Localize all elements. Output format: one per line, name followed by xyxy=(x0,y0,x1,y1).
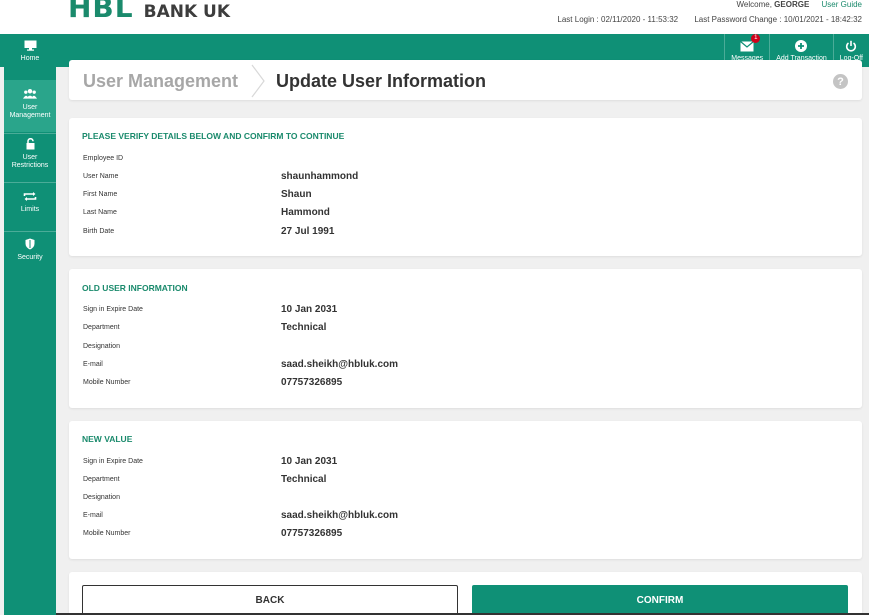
employee-id-label: Employee ID xyxy=(83,155,124,162)
sidebar-divider xyxy=(4,133,56,134)
username-value: shaunhammond xyxy=(281,171,359,182)
first-name-label: First Name xyxy=(83,191,118,198)
verify-details-card: PLEASE VERIFY DETAILS BELOW AND CONFIRM … xyxy=(69,118,862,256)
repeat-icon xyxy=(23,190,37,202)
sidebar-item-label: Security xyxy=(17,254,43,261)
plus-circle-icon xyxy=(794,40,808,53)
department-value: Technical xyxy=(281,322,327,333)
logo-bank-uk: BANK UK xyxy=(143,2,231,22)
shield-icon xyxy=(23,238,37,250)
mobile-label: Mobile Number xyxy=(83,530,131,537)
birth-date-value: 27 Jul 1991 xyxy=(281,226,335,237)
new-value-card: NEW VALUE Sign in Expire Date 10 Jan 203… xyxy=(69,421,862,559)
department-label: Department xyxy=(83,324,120,331)
sidebar-item-limits[interactable]: Limits xyxy=(4,190,56,226)
last-password-change: Last Password Change : 10/01/2021 - 18:4… xyxy=(694,15,862,24)
sidebar-item-user-management[interactable]: User Management xyxy=(4,80,56,132)
sidebar-item-user-restrictions[interactable]: User Restrictions xyxy=(4,138,56,180)
messages-badge: 1 xyxy=(751,33,761,43)
help-icon[interactable]: ? xyxy=(833,74,848,89)
email-value: saad.sheikh@hbluk.com xyxy=(281,510,399,521)
last-name-label: Last Name xyxy=(83,209,117,216)
email-value: saad.sheikh@hbluk.com xyxy=(281,359,399,370)
mobile-value: 07757326895 xyxy=(281,377,343,388)
sign-in-expire-value: 10 Jan 2031 xyxy=(281,456,338,467)
confirm-button[interactable]: CONFIRM xyxy=(472,585,848,615)
email-label: E-mail xyxy=(83,361,103,368)
last-name-value: Hammond xyxy=(281,207,330,218)
sign-in-expire-value: 10 Jan 2031 xyxy=(281,304,338,315)
unlock-icon xyxy=(23,138,37,150)
sidebar-item-label: Limits xyxy=(20,206,40,213)
page-title: Update User Information xyxy=(276,71,487,91)
sidebar: Home User Management User Restrictions L… xyxy=(4,34,56,615)
welcome-user: GEORGE xyxy=(774,0,810,9)
sign-in-expire-label: Sign in Expire Date xyxy=(83,306,143,313)
monitor-icon xyxy=(23,39,37,51)
first-name-value: Shaun xyxy=(281,189,312,200)
last-login: Last Login : 02/11/2020 - 11:53:32 xyxy=(557,15,679,24)
username-label: User Name xyxy=(83,173,119,180)
designation-label: Designation xyxy=(83,343,120,350)
welcome-line: Welcome, GEORGE User Guide xyxy=(737,0,862,9)
sidebar-item-label: Home xyxy=(20,55,40,62)
verify-section-title: PLEASE VERIFY DETAILS BELOW AND CONFIRM … xyxy=(82,131,345,141)
sidebar-item-security[interactable]: Security xyxy=(4,238,56,274)
top-header: HBL BANK UK Welcome, GEORGE User Guide L… xyxy=(0,0,869,34)
email-label: E-mail xyxy=(83,512,103,519)
envelope-icon: 1 xyxy=(740,33,761,53)
breadcrumb: User Management Update User Information … xyxy=(69,60,862,100)
sidebar-item-label: User Restrictions xyxy=(11,154,49,169)
power-icon xyxy=(844,40,858,53)
mobile-value: 07757326895 xyxy=(281,528,343,539)
sidebar-divider xyxy=(4,231,56,232)
back-button[interactable]: BACK xyxy=(82,585,458,615)
logo-hbl: HBL xyxy=(68,0,134,24)
mobile-label: Mobile Number xyxy=(83,379,131,386)
breadcrumb-separator-icon xyxy=(250,64,266,103)
sidebar-item-home[interactable]: Home xyxy=(4,39,56,79)
new-value-section-title: NEW VALUE xyxy=(82,434,133,444)
sign-in-expire-label: Sign in Expire Date xyxy=(83,458,143,465)
users-icon xyxy=(23,88,37,100)
login-info: Last Login : 02/11/2020 - 11:53:32 Last … xyxy=(557,15,862,24)
user-guide-link[interactable]: User Guide xyxy=(822,0,862,9)
department-label: Department xyxy=(83,476,120,483)
welcome-prefix: Welcome, xyxy=(736,0,772,9)
old-info-section-title: OLD USER INFORMATION xyxy=(82,283,188,293)
old-user-info-card: OLD USER INFORMATION Sign in Expire Date… xyxy=(69,269,862,408)
department-value: Technical xyxy=(281,474,327,485)
designation-label: Designation xyxy=(83,494,120,501)
birth-date-label: Birth Date xyxy=(83,228,115,235)
hbl-logo[interactable]: HBL BANK UK xyxy=(68,0,230,22)
sidebar-item-label: User Management xyxy=(9,104,51,119)
sidebar-divider xyxy=(4,182,56,183)
breadcrumb-parent[interactable]: User Management xyxy=(83,71,238,92)
